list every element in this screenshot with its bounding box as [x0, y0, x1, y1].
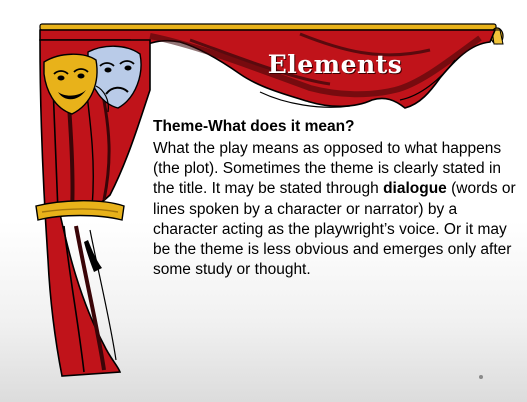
- section-heading: Theme-What does it mean?: [153, 118, 355, 135]
- body-text-emphasis: dialogue: [383, 180, 447, 198]
- slide-dot-marker: [479, 375, 483, 379]
- body-paragraph: What the play means as opposed to what h…: [153, 139, 521, 280]
- slide: Elements Theme-What does it mean? What t…: [0, 0, 527, 402]
- curtain-tieback: [35, 200, 125, 221]
- slide-title: Elements: [267, 50, 403, 79]
